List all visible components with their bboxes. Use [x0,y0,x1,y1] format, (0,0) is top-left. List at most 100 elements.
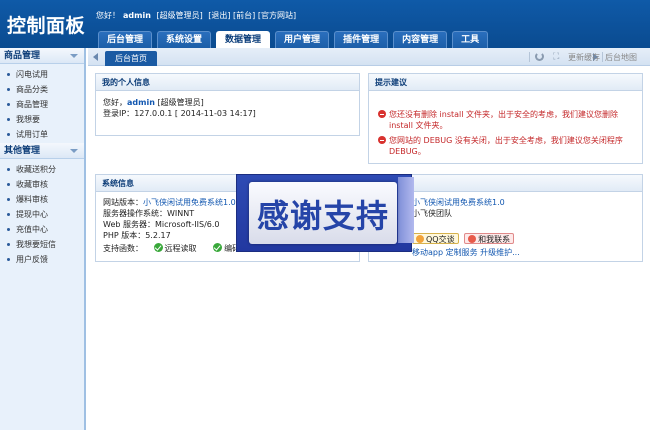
sidebar-item-label: 商品管理 [16,100,48,109]
role-text: [超级管理员] [156,11,203,20]
login-ip-line: 登录IP：127.0.0.1 [ 2014-11-03 14:17] [103,108,352,119]
fullscreen-icon[interactable]: ⛶ [553,52,559,62]
sysinfo-value: WINNT [167,209,195,218]
wangwang-icon [468,235,477,243]
contact-buttons: QQ交谈 和我联系 [412,233,635,245]
tab-strip: 后台首页 ⛶ 更新缓存 后台地图 [88,48,650,66]
sidebar-section-other[interactable]: 其他管理 [0,143,84,159]
sidebar-item-label: 试用订单 [16,130,48,139]
bullet-icon [7,213,10,216]
warning-install: 您还没有删除 install 文件夹，出于安全的考虑，我们建议您删除 insta… [376,109,635,131]
sidebar-item-goods[interactable]: 商品管理 [0,97,84,112]
chevron-down-icon[interactable] [70,149,78,153]
tab-user-management[interactable]: 用户管理 [275,31,330,48]
sysinfo-label: PHP 版本： [103,231,146,240]
bullet-icon [7,198,10,201]
sysinfo-value: 5.2.17 [145,231,171,240]
sidebar-item-label: 我想要短信 [16,240,56,249]
qq-label: QQ交谈 [426,235,455,244]
sidebar-item-label: 爆料审核 [16,195,48,204]
sidebar-item-favorite-points[interactable]: 收藏送积分 [0,162,84,177]
sidebar-section-goods[interactable]: 商品管理 [0,48,84,64]
sidebar-item-label: 闪电试用 [16,70,48,79]
sidebar-item-wish-sms[interactable]: 我想要短信 [0,237,84,252]
bullet-icon [7,118,10,121]
sysinfo-label: 服务器操作系统： [103,209,167,218]
sitemap-link[interactable]: 后台地图 [605,52,637,63]
support-item-label: 远程读取 [164,244,197,253]
bullet-icon [7,258,10,261]
sidebar-item-flash-trial[interactable]: 闪电试用 [0,67,84,82]
service-link[interactable]: 移动app 定制服务 升级维护... [412,247,635,258]
sidebar-section-title: 商品管理 [4,51,41,61]
official-site-link[interactable]: [官方网站] [258,11,296,20]
frontend-link[interactable]: [前台] [233,11,255,20]
bullet-icon [7,183,10,186]
logout-link[interactable]: [退出] [208,11,230,20]
sidebar-item-wishlist[interactable]: 我想要 [0,112,84,127]
tips-panel: 提示建议 您还没有删除 install 文件夹，出于安全的考虑，我们建议您删除 … [368,73,643,164]
panel-title: 提示建议 [369,74,642,91]
tab-tools[interactable]: 工具 [452,31,489,48]
sidebar-item-trial-orders[interactable]: 试用订单 [0,127,84,142]
bullet-icon [7,88,10,91]
tab-content-management[interactable]: 内容管理 [393,31,448,48]
logo: 控制面板 [7,15,86,37]
warning-icon [378,136,386,144]
sidebar-item-label: 充值中心 [16,225,48,234]
scroll-left-icon[interactable] [93,53,98,61]
tab-data-management[interactable]: 数据管理 [216,31,271,48]
panel-title: 我的个人信息 [96,74,359,91]
sysinfo-label: Web 服务器： [103,220,155,229]
login-ip-label: 登录IP： [103,109,135,118]
sidebar-item-label: 我想要 [16,115,40,124]
bullet-icon [7,73,10,76]
personal-info-panel: 我的个人信息 您好，admin [超级管理员] 登录IP：127.0.0.1 [… [95,73,360,136]
chevron-down-icon[interactable] [70,54,78,58]
main-nav: 后台管理 系统设置 数据管理 用户管理 插件管理 内容管理 工具 [98,31,493,48]
sidebar-item-feedback[interactable]: 用户反馈 [0,252,84,267]
username: admin [123,11,151,20]
warning-icon [378,110,386,118]
sidebar-item-tip-review[interactable]: 爆料审核 [0,192,84,207]
check-icon [153,243,163,252]
header: 控制面板 您好！ admin [超级管理员] [退出] [前台] [官方网站] 后… [0,0,650,48]
contact-me-button[interactable]: 和我联系 [464,233,515,244]
username-link[interactable]: admin [127,98,155,107]
qq-icon [416,235,424,243]
tab-system-settings[interactable]: 系统设置 [157,31,212,48]
contact-label: 和我联系 [478,235,511,244]
sysinfo-label: 网站版本： [103,198,143,207]
sidebar-item-label: 收藏送积分 [16,165,56,174]
sidebar-item-recharge[interactable]: 充值中心 [0,222,84,237]
team-text: 小飞侠团队 [412,209,452,218]
greeting-text: 您好！ [96,11,120,20]
product-link[interactable]: 小飞侠闲试用免费系统1.0 [412,197,635,208]
thanks-overlay: 感谢支持 [236,174,414,252]
bullet-icon [7,228,10,231]
role-text: [超级管理员] [157,98,204,107]
support-label: 支持函数： [103,244,143,253]
clear-cache-link[interactable]: 更新缓存 [568,52,600,63]
sidebar-item-favorite-review[interactable]: 收藏审核 [0,177,84,192]
sidebar-item-categories[interactable]: 商品分类 [0,82,84,97]
warning-debug: 您网站的 DEBUG 没有关闭，出于安全考虑，我们建议您关闭程序 DEBUG。 [376,135,635,157]
sysinfo-value[interactable]: 小飞侠闲试用免费系统1.0 [143,198,236,207]
tab-backend[interactable]: 后台管理 [98,31,153,48]
sidebar-item-label: 用户反馈 [16,255,48,264]
overlay-inner: 感谢支持 [249,182,397,244]
sidebar-item-label: 提现中心 [16,210,48,219]
divider [529,52,530,62]
bullet-icon [7,133,10,136]
check-icon [213,243,223,252]
tab-home[interactable]: 后台首页 [105,51,157,66]
hello-text: 您好， [103,98,127,107]
refresh-icon[interactable] [535,52,544,61]
divider [602,52,603,62]
qq-chat-button[interactable]: QQ交谈 [412,233,459,244]
sidebar: 商品管理 闪电试用 商品分类 商品管理 我想要 试用订单 其他管理 收藏送积分 … [0,48,86,430]
personal-user-line: 您好，admin [超级管理员] [103,97,352,108]
overlay-text: 感谢支持 [256,197,389,235]
tab-plugin-management[interactable]: 插件管理 [334,31,389,48]
sidebar-item-withdraw[interactable]: 提现中心 [0,207,84,222]
